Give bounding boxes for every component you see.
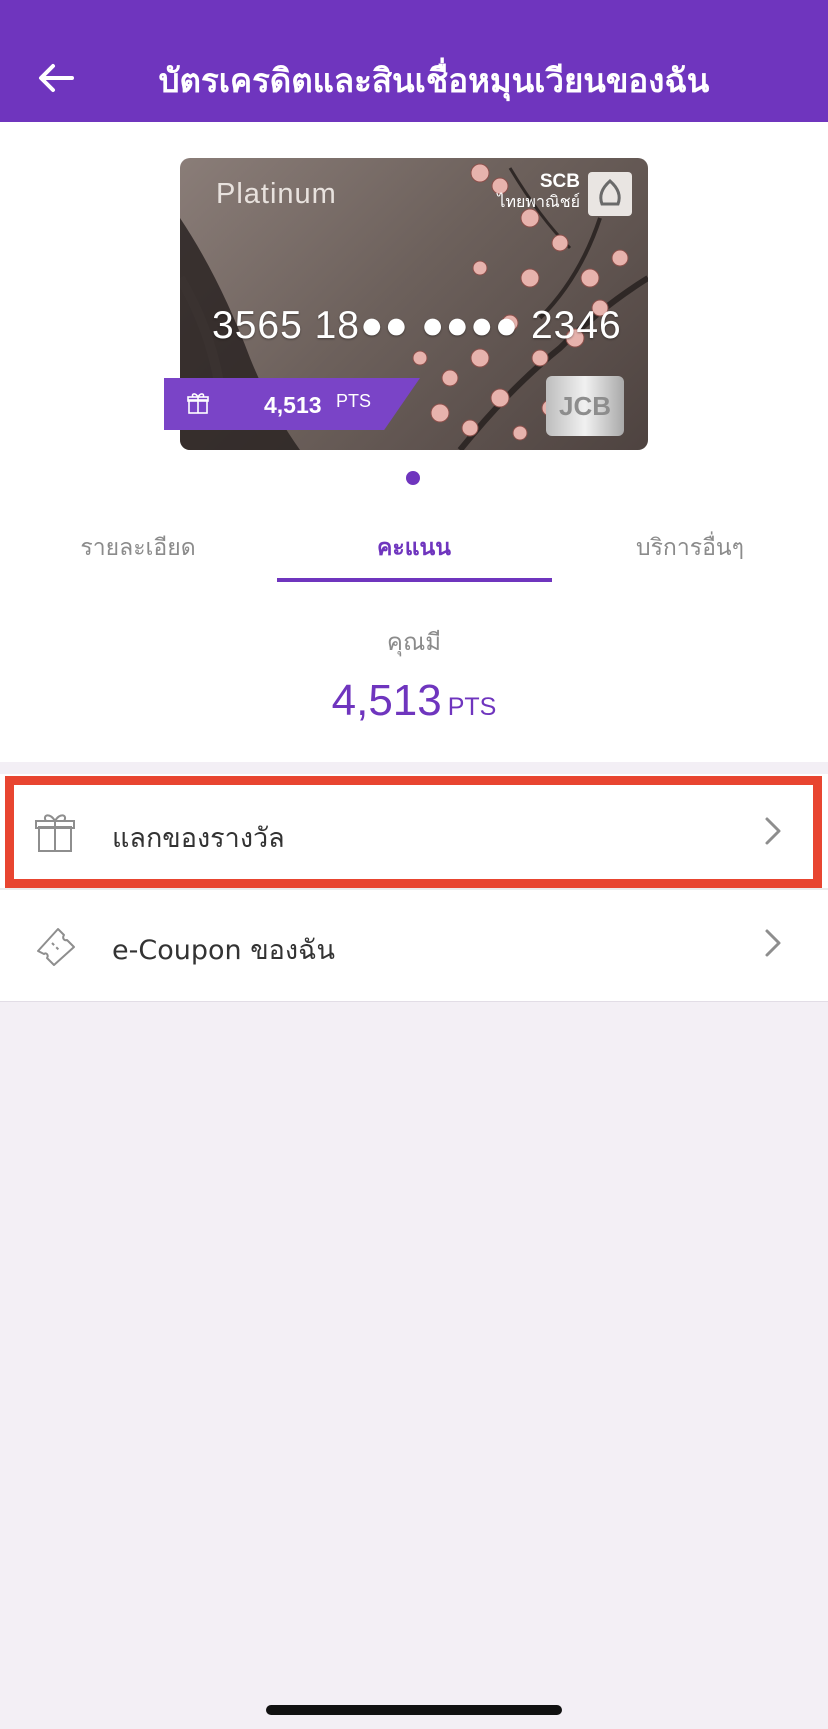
points-caption: คุณมี: [386, 628, 442, 656]
page-title: บัตรเครดิตและสินเชื่อหมุนเวียนของฉัน: [158, 61, 710, 100]
card-points-tag: 4,513 PTS: [164, 378, 420, 430]
section-divider: [0, 762, 828, 774]
gift-icon: [35, 814, 75, 852]
points-value: 4,513: [331, 676, 442, 725]
page-indicator-dot[interactable]: [406, 471, 420, 485]
card-tier: Platinum: [216, 178, 337, 210]
redeem-rewards-row[interactable]: แลกของรางวัล: [0, 778, 828, 888]
ticket-icon: [37, 928, 75, 966]
gift-icon: [187, 393, 209, 414]
my-ecoupon-label: e-Coupon ของฉัน: [112, 935, 335, 966]
my-ecoupon-row[interactable]: e-Coupon ของฉัน: [0, 890, 828, 1000]
bank-logo: SCB ไทยพาณิชย์: [497, 172, 632, 216]
redeem-rewards-label: แลกของรางวัล: [112, 823, 285, 854]
card-network-logo: JCB: [546, 376, 624, 436]
chevron-right-icon: [765, 817, 781, 845]
home-indicator[interactable]: [266, 1705, 562, 1715]
bank-name-thai: ไทยพาณิชย์: [497, 192, 580, 211]
points-unit: PTS: [447, 693, 497, 721]
points-total: 4,513 PTS: [0, 676, 828, 726]
tab-points[interactable]: คะแนน: [276, 520, 552, 582]
tab-bar: รายละเอียด คะแนน บริการอื่นๆ: [0, 520, 828, 582]
tab-other-services[interactable]: บริการอื่นๆ: [552, 520, 828, 582]
bank-name: SCB: [539, 171, 580, 192]
card-number: 3565 18●● ●●●● 2346: [212, 304, 622, 347]
list-bottom-divider: [0, 1001, 828, 1002]
card-points-value: 4,513: [264, 392, 322, 418]
active-tab-indicator: [277, 578, 552, 582]
app-header: บัตรเครดิตและสินเชื่อหมุนเวียนของฉัน: [0, 0, 828, 122]
bank-emblem-icon: [588, 172, 632, 216]
tab-details[interactable]: รายละเอียด: [0, 520, 276, 582]
chevron-right-icon: [765, 929, 781, 957]
card-points-unit: PTS: [336, 391, 372, 411]
